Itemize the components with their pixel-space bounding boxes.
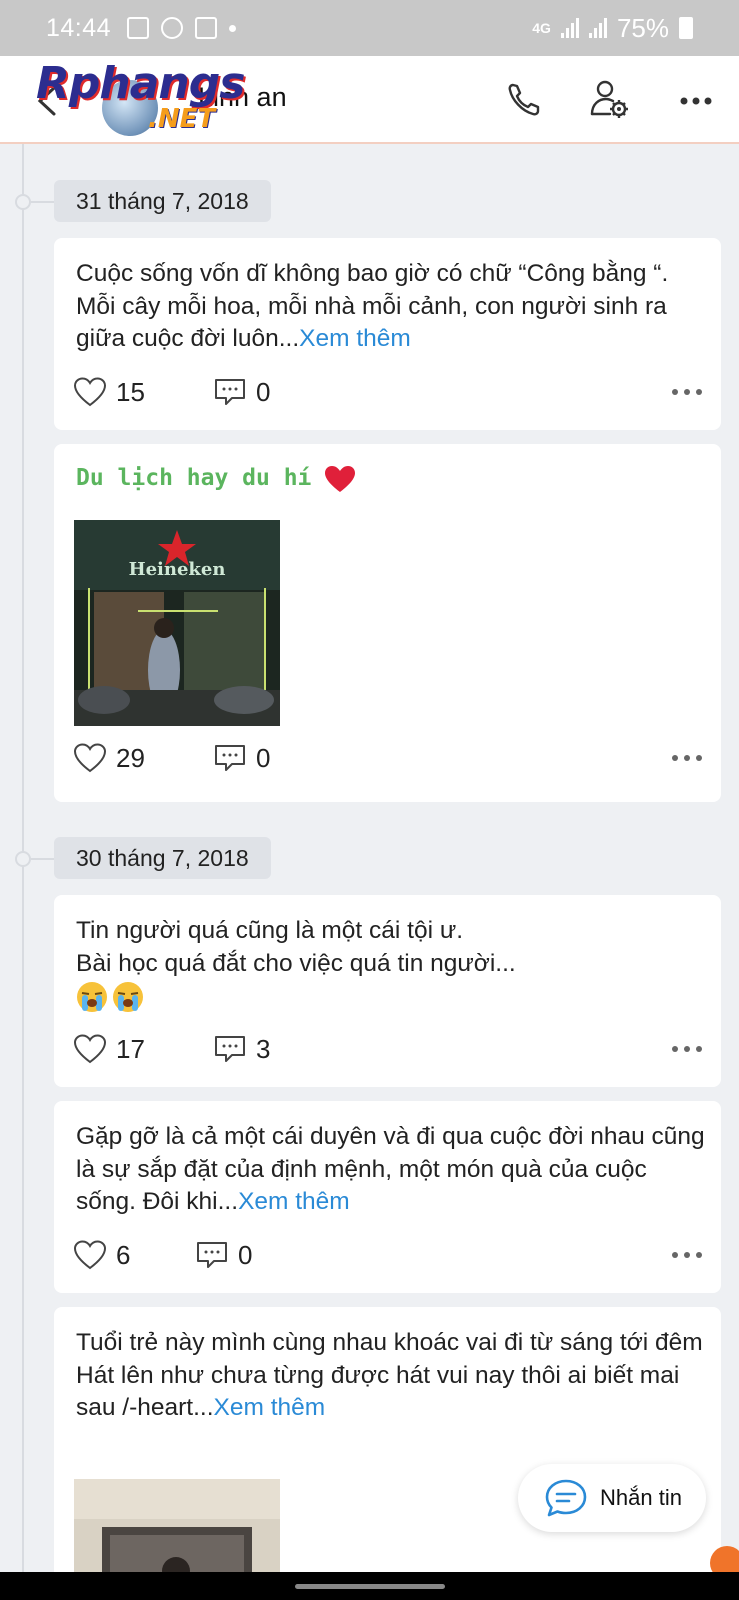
post-more-icon[interactable]	[670, 1039, 704, 1059]
like-button[interactable]: 17	[74, 1034, 145, 1065]
comment-button[interactable]: 3	[214, 1034, 270, 1065]
comment-icon	[215, 1036, 245, 1062]
heart-icon	[74, 377, 106, 407]
post-line: Tuổi trẻ này mình cùng nhau khoác vai đi…	[76, 1329, 703, 1356]
timeline-connector	[31, 858, 55, 860]
logo-net-text: .NET	[148, 104, 216, 134]
post-actions: 17 3	[74, 1031, 704, 1067]
post-card[interactable]: Tuổi trẻ này mình cùng nhau khoác vai đi…	[54, 1307, 721, 1600]
logo-text: Rphangs	[36, 58, 245, 109]
post-more-icon[interactable]	[670, 748, 704, 768]
post-line: Hát lên như chưa từng được hát vui nay t…	[76, 1361, 680, 1422]
post-card[interactable]: Du lịch hay du hí Heineken 29 0	[54, 444, 721, 802]
post-text[interactable]: Cuộc sống vốn dĩ không bao giờ có chữ “C…	[76, 258, 706, 356]
post-text[interactable]: Tuổi trẻ này mình cùng nhau khoác vai đi…	[76, 1327, 706, 1425]
incognito-icon	[161, 17, 184, 39]
post-line: Bài học quá đắt cho việc quá tin người..…	[76, 949, 516, 977]
signal-icon-2	[588, 18, 607, 38]
crying-face-icon	[113, 982, 143, 1012]
post-card[interactable]: Tin người quá cũng là một cái tội ư. Bài…	[54, 895, 721, 1087]
post-actions: 15 0	[74, 374, 704, 410]
heart-icon	[74, 1240, 106, 1270]
post-more-icon[interactable]	[670, 1245, 704, 1265]
post-card[interactable]: Cuộc sống vốn dĩ không bao giờ có chữ “C…	[54, 238, 721, 430]
like-count: 17	[116, 1033, 145, 1064]
phone-icon[interactable]	[502, 78, 546, 122]
post-line: Tin người quá cũng là một cái tội ư.	[76, 917, 464, 944]
post-caption: Du lịch hay du hí	[76, 462, 706, 495]
send-message-label: Nhắn tin	[600, 1485, 682, 1510]
comment-button[interactable]: 0	[214, 377, 270, 408]
more-notifications-icon	[229, 24, 237, 32]
see-more-link[interactable]: Xem thêm	[214, 1394, 326, 1421]
comment-count: 0	[238, 1239, 253, 1270]
like-button[interactable]: 6	[74, 1240, 130, 1271]
like-button[interactable]: 15	[74, 377, 145, 408]
timeline-node	[15, 851, 31, 867]
app-header: Linh an Rphangs .NET	[0, 56, 739, 144]
store-icon	[195, 17, 218, 39]
heart-icon	[74, 743, 106, 773]
crying-face-icon	[77, 982, 107, 1012]
signal-icon	[560, 18, 579, 38]
post-body: Gặp gỡ là cả một cái duyên và đi qua cuộ…	[76, 1123, 705, 1215]
notification-icons	[127, 17, 237, 39]
send-message-button[interactable]: Nhắn tin	[518, 1464, 706, 1532]
watermark-logo: Rphangs .NET	[36, 58, 266, 138]
more-options-icon[interactable]	[674, 78, 718, 122]
post-more-icon[interactable]	[670, 382, 704, 402]
see-more-link[interactable]: Xem thêm	[238, 1188, 350, 1215]
post-text: Tin người quá cũng là một cái tội ư. Bài…	[76, 915, 706, 1014]
post-photo[interactable]: Heineken	[74, 520, 280, 726]
red-heart-icon	[325, 465, 356, 492]
comment-count: 0	[256, 742, 271, 773]
emoji-row	[76, 980, 706, 1014]
comment-count: 3	[256, 1033, 271, 1064]
comment-count: 0	[256, 376, 271, 407]
like-count: 6	[116, 1239, 131, 1270]
caption-text: Du lịch hay du hí	[76, 465, 312, 491]
post-actions: 6 0	[74, 1237, 704, 1273]
system-nav-bar	[0, 1572, 739, 1600]
comment-icon	[215, 745, 245, 771]
post-card[interactable]: Gặp gỡ là cả một cái duyên và đi qua cuộ…	[54, 1101, 721, 1293]
comment-button[interactable]: 0	[196, 1240, 252, 1271]
comment-icon	[197, 1242, 227, 1268]
profile-settings-icon[interactable]	[588, 78, 632, 122]
timeline-connector	[31, 201, 55, 203]
gallery-icon	[127, 17, 150, 39]
chat-bubble-icon	[545, 1479, 587, 1517]
see-more-link[interactable]: Xem thêm	[299, 325, 411, 352]
battery-percent: 75%	[616, 12, 669, 43]
like-count: 15	[116, 376, 145, 407]
timeline-node	[15, 194, 31, 210]
like-button[interactable]: 29	[74, 743, 145, 774]
photo-sign-text: Heineken	[129, 559, 226, 580]
date-label: 31 tháng 7, 2018	[54, 180, 271, 222]
timeline-line	[22, 144, 24, 1600]
system-icons: 4G 75%	[532, 13, 693, 44]
clock: 14:44	[46, 13, 112, 42]
status-bar: 14:44 4G 75%	[0, 0, 739, 56]
post-actions: 29 0	[74, 740, 704, 776]
battery-icon	[679, 17, 693, 39]
post-text[interactable]: Gặp gỡ là cả một cái duyên và đi qua cuộ…	[76, 1121, 706, 1219]
home-indicator[interactable]	[294, 1584, 445, 1589]
network-type: 4G	[532, 20, 551, 36]
comment-icon	[215, 379, 245, 405]
heart-icon	[74, 1034, 106, 1064]
like-count: 29	[116, 742, 145, 773]
date-label: 30 tháng 7, 2018	[54, 837, 271, 879]
comment-button[interactable]: 0	[214, 743, 270, 774]
